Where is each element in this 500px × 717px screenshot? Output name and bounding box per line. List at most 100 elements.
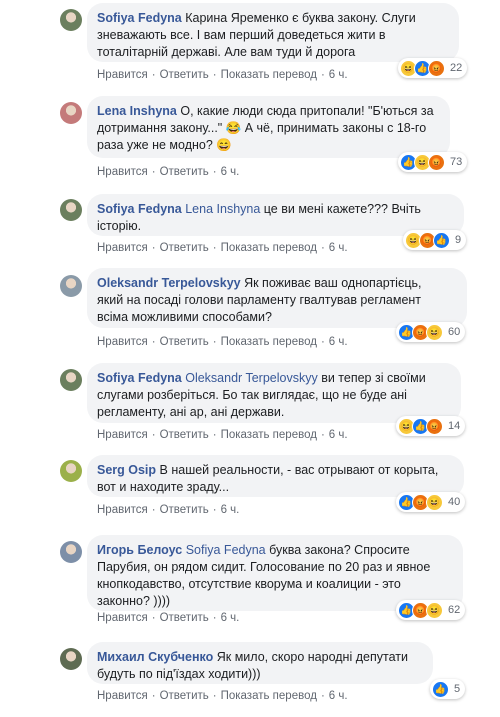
translate-link[interactable]: Показать перевод (221, 69, 317, 81)
reply-link[interactable]: Ответить (160, 242, 209, 254)
comment-bubble: Sofiya Fedyna Lena Inshyna це ви мені ка… (87, 194, 464, 236)
timestamp[interactable]: 6 ч. (329, 69, 348, 81)
comment-actions: Нравится · Ответить · 6 ч. (97, 166, 240, 178)
avatar[interactable] (60, 275, 82, 297)
timestamp[interactable]: 6 ч. (221, 504, 240, 516)
comment-text-line: слугами розберіться. Бо так виглядає, що… (97, 388, 407, 402)
reactions-summary[interactable]: 😆 😡 👍 9 (403, 230, 467, 250)
like-icon: 👍 (433, 231, 450, 249)
like-link[interactable]: Нравится (97, 166, 148, 178)
reactions-summary[interactable]: 👍 😆 😡 73 (398, 152, 468, 172)
reply-link[interactable]: Ответить (160, 612, 209, 624)
avatar[interactable] (60, 541, 82, 563)
comment-author[interactable]: Михаил Скубченко (97, 650, 213, 664)
translate-link[interactable]: Показать перевод (221, 336, 317, 348)
comment-text-line: який на посаді голови парламенту гвалтув… (97, 293, 422, 307)
reaction-count: 5 (454, 683, 461, 695)
avatar[interactable] (60, 460, 82, 482)
timestamp[interactable]: 6 ч. (329, 690, 348, 702)
timestamp[interactable]: 6 ч. (329, 242, 348, 254)
reactions-summary[interactable]: 😆 👍 😡 14 (396, 416, 466, 436)
translate-link[interactable]: Показать перевод (221, 690, 317, 702)
comment-text-line: ви тепер зі своїми (321, 371, 426, 385)
like-link[interactable]: Нравится (97, 242, 148, 254)
mention-link[interactable]: Oleksandr Terpelovskyy (185, 371, 317, 385)
reactions-summary[interactable]: 😆 👍 😡 22 (398, 58, 468, 78)
comment-bubble: Lena Inshyna О, какие люди сюда притопал… (87, 96, 450, 158)
timestamp[interactable]: 6 ч. (329, 429, 348, 441)
reply-link[interactable]: Ответить (160, 429, 209, 441)
like-link[interactable]: Нравится (97, 690, 148, 702)
mention-link[interactable]: Lena Inshyna (185, 202, 260, 216)
comment-actions: Нравится · Ответить · Показать перевод · 6 ч. (97, 242, 348, 254)
comment-text-line: зневажають все. І вам перший доведеться … (97, 28, 386, 42)
comment-author[interactable]: Sofiya Fedyna (97, 371, 182, 385)
comment-text-line: всіма можливими способами? (97, 310, 272, 324)
reactions-summary[interactable]: 👍 😡 😆 40 (396, 492, 466, 512)
reply-link[interactable]: Ответить (160, 69, 209, 81)
comment-author[interactable]: Oleksandr Terpelovskyy (97, 276, 241, 290)
comment-text-line: раза уже не модно? 😄 (97, 138, 232, 152)
like-link[interactable]: Нравится (97, 69, 148, 81)
avatar[interactable] (60, 369, 82, 391)
comment-bubble: Oleksandr Terpelovskyy Як поживає ваш од… (87, 268, 467, 328)
reaction-count: 60 (448, 326, 461, 338)
comment-text-line: кнопкодавство, отсутствие кворума и коал… (97, 577, 401, 591)
comment-actions: Нравится · Ответить · Показать перевод · 6 ч. (97, 69, 348, 81)
reaction-count: 22 (450, 62, 463, 74)
translate-link[interactable]: Показать перевод (221, 242, 317, 254)
timestamp[interactable]: 6 ч. (329, 336, 348, 348)
comment-text-line: регламенту, ані ар, ані держави. (97, 405, 285, 419)
comment-text-line: це ви мені кажете??? Вчіть (263, 202, 421, 216)
reply-link[interactable]: Ответить (160, 166, 209, 178)
reactions-summary[interactable]: 👍 5 (430, 679, 466, 699)
reply-link[interactable]: Ответить (160, 690, 209, 702)
comment-text-line: дотримання закону..." 😂 А чё, принимать … (97, 121, 427, 135)
like-link[interactable]: Нравится (97, 429, 148, 441)
like-link[interactable]: Нравится (97, 336, 148, 348)
comment-author[interactable]: Sofiya Fedyna (97, 11, 182, 25)
avatar[interactable] (60, 648, 82, 670)
comment-text-line: буква закона? Спросите (269, 543, 410, 557)
comment-text-line: вот и находите зраду... (97, 480, 230, 494)
mention-link[interactable]: Sofiya Fedyna (186, 543, 266, 557)
like-link[interactable]: Нравится (97, 612, 148, 624)
comment-author[interactable]: Lena Inshyna (97, 104, 177, 118)
comment-text-line: Парубия, он рядом сидит. Голосование по … (97, 560, 431, 574)
angry-icon: 😡 (428, 153, 445, 171)
avatar[interactable] (60, 102, 82, 124)
reaction-count: 9 (455, 234, 462, 246)
reactions-summary[interactable]: 👍 😡 😆 60 (396, 322, 466, 342)
comment-text-line: будуть по під'їздах ходити))) (97, 667, 261, 681)
haha-icon: 😆 (426, 323, 443, 341)
comment-bubble: Sofiya Fedyna Карина Яременко є буква за… (87, 3, 459, 62)
comment-actions: Нравится · Ответить · Показать перевод · 6 ч. (97, 429, 348, 441)
comment-text-line: тоталітарній державі. Але вам туди й дор… (97, 45, 356, 59)
comment-actions: Нравится · Ответить · Показать перевод · 6 ч. (97, 690, 348, 702)
comment-actions: Нравится · Ответить · 6 ч. (97, 504, 240, 516)
avatar[interactable] (60, 9, 82, 31)
timestamp[interactable]: 6 ч. (221, 612, 240, 624)
comment-author[interactable]: Sofiya Fedyna (97, 202, 182, 216)
comment-actions: Нравится · Ответить · 6 ч. (97, 612, 240, 624)
haha-icon: 😆 (426, 601, 443, 619)
comment-text-line: Як поживає ваш однопартієць, (244, 276, 422, 290)
comment-text-line: В нашей реальности, - вас отрывают от ко… (159, 463, 439, 477)
comment-author[interactable]: Serg Osip (97, 463, 156, 477)
reply-link[interactable]: Ответить (160, 336, 209, 348)
reply-link[interactable]: Ответить (160, 504, 209, 516)
timestamp[interactable]: 6 ч. (221, 166, 240, 178)
reaction-count: 73 (450, 156, 463, 168)
angry-icon: 😡 (426, 417, 443, 435)
comment-text-line: законно? )))) (97, 594, 171, 608)
avatar[interactable] (60, 199, 82, 221)
reactions-summary[interactable]: 👍 😡 😆 62 (396, 600, 466, 620)
translate-link[interactable]: Показать перевод (221, 429, 317, 441)
comment-actions: Нравится · Ответить · Показать перевод · 6 ч. (97, 336, 348, 348)
comment-author[interactable]: Игорь Белоус (97, 543, 182, 557)
like-link[interactable]: Нравится (97, 504, 148, 516)
comment-text-line: Як мило, скоро народні депутати (216, 650, 408, 664)
comment-text-line: О, какие люди сюда притопали! "Б'ються з… (180, 104, 434, 118)
comment-text-line: Карина Яременко є буква закону. Слуги (185, 11, 416, 25)
like-icon: 👍 (432, 680, 449, 698)
